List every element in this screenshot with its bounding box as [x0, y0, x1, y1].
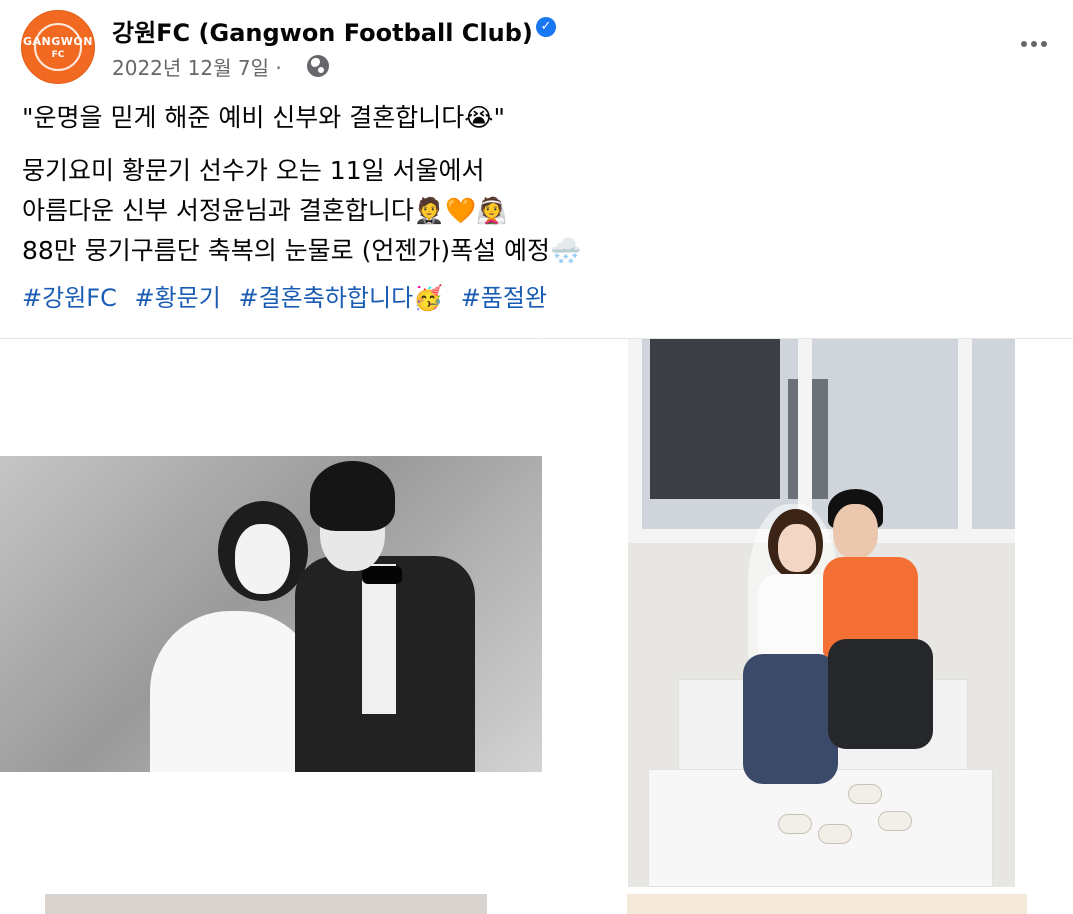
- sneaker: [778, 814, 812, 834]
- groom-hair: [310, 461, 395, 531]
- post-line-1: "운명을 믿게 해준 예비 신부와 결혼합니다😭": [22, 103, 505, 132]
- photo-tile-right[interactable]: [543, 338, 1073, 887]
- hashtag-link[interactable]: #강원FC: [22, 284, 117, 312]
- black-pants: [828, 639, 933, 749]
- building: [650, 339, 780, 499]
- jeans: [743, 654, 838, 784]
- woman-face: [778, 524, 816, 572]
- more-dot-icon: [1031, 41, 1037, 47]
- man-face: [833, 504, 878, 559]
- window-frame: [958, 339, 972, 534]
- white-jersey: [758, 574, 833, 664]
- post-line-4: 88만 뭉기구름단 축복의 눈물로 (언젠가)폭설 예정🌨️: [22, 236, 582, 265]
- bride-face: [235, 524, 290, 594]
- sneaker: [878, 811, 912, 831]
- photo-tile-left[interactable]: [0, 338, 542, 887]
- hashtag-link[interactable]: #품절완: [461, 284, 547, 312]
- page-name-link[interactable]: 강원FC (Gangwon Football Club): [112, 13, 533, 48]
- photo-tile-bottom-left[interactable]: [45, 894, 487, 914]
- more-dot-icon: [1021, 41, 1027, 47]
- page-avatar[interactable]: GANGWON FC: [21, 10, 95, 84]
- bow-tie: [362, 566, 402, 584]
- globe-icon: [307, 55, 329, 77]
- hashtag-link[interactable]: #황문기: [134, 284, 220, 312]
- more-dot-icon: [1041, 41, 1047, 47]
- post-line-3: 아름다운 신부 서정윤님과 결혼합니다🤵🧡👰: [22, 196, 508, 225]
- hashtag-list: #강원FC #황문기 #결혼축하합니다🥳 #품절완: [22, 278, 557, 318]
- photo-grid: [0, 338, 1073, 914]
- avatar-logo-subtext: FC: [51, 50, 65, 60]
- post-header: GANGWON FC 강원FC (Gangwon Football Club) …: [0, 0, 1073, 90]
- hashtag-link[interactable]: #결혼축하합니다🥳: [238, 284, 443, 312]
- post-date[interactable]: 2022년 12월 7일 ·: [112, 52, 282, 81]
- sneaker: [848, 784, 882, 804]
- more-options-button[interactable]: [1010, 28, 1058, 60]
- sneaker: [818, 824, 852, 844]
- wedding-bw-photo[interactable]: [0, 456, 542, 772]
- groom-shirt: [362, 564, 396, 714]
- window-frame: [628, 339, 642, 534]
- photo-tile-bottom-right[interactable]: [627, 894, 1027, 914]
- avatar-logo-text: GANGWON: [23, 35, 93, 48]
- verified-badge-icon: ✓: [536, 17, 556, 37]
- couple-color-photo[interactable]: [628, 339, 1015, 887]
- post-line-2: 뭉기요미 황문기 선수가 오는 11일 서울에서: [22, 156, 485, 185]
